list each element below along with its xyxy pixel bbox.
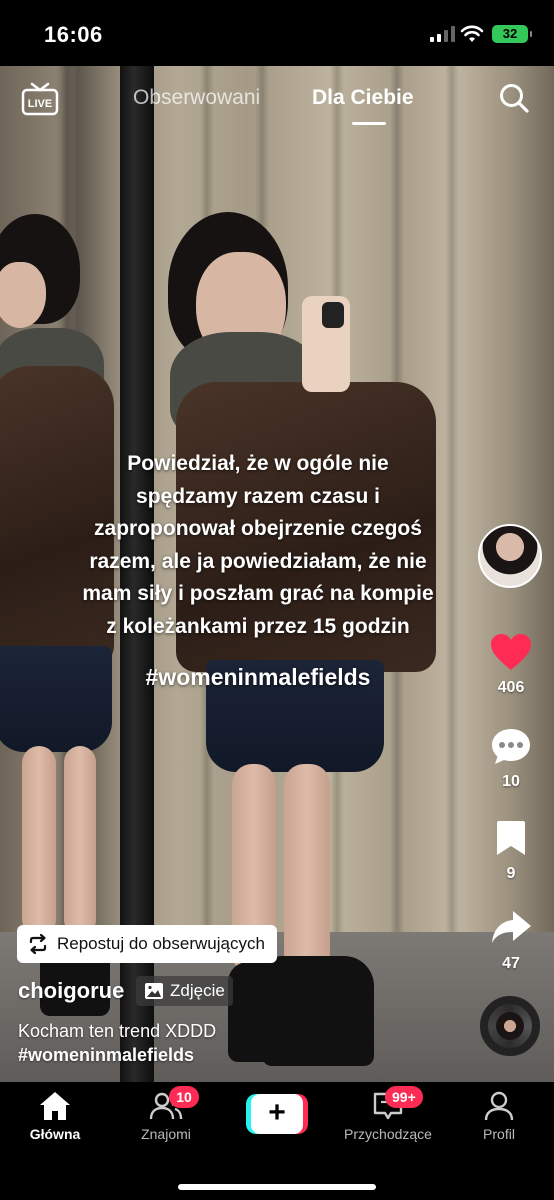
bookmark-count: 9 <box>506 865 516 882</box>
caption-line: zaproponował obejrzenie czegoś <box>94 517 422 540</box>
signal-icon <box>430 26 455 42</box>
status-bar: 16:06 32 <box>0 0 554 66</box>
share-count: 47 <box>502 955 520 972</box>
caption-line: razem, ale ja powiedziałam, że nie <box>89 549 427 573</box>
home-indicator[interactable] <box>178 1184 376 1190</box>
photo-badge: Zdjęcie <box>136 976 233 1006</box>
tab-following[interactable]: Obserwowani <box>133 86 260 110</box>
wifi-icon <box>460 25 484 42</box>
description-text: Kocham ten trend XDDD <box>18 1021 217 1041</box>
friends-badge: 10 <box>169 1086 199 1108</box>
share-arrow-icon <box>492 911 531 943</box>
nav-friends[interactable]: Znajomi 10 <box>111 1086 221 1142</box>
nav-home[interactable]: Główna <box>0 1090 110 1142</box>
author-avatar[interactable] <box>478 524 542 588</box>
heart-icon <box>491 634 531 670</box>
like-count: 406 <box>497 679 525 696</box>
image-icon <box>145 983 163 999</box>
sound-disc[interactable] <box>480 996 540 1056</box>
repost-button[interactable]: Repostuj do obserwujących <box>17 925 277 963</box>
tab-for-you[interactable]: Dla Ciebie <box>312 86 414 110</box>
bottom-nav: Główna Znajomi 10 + Przychodzące 99+ Pro… <box>0 1082 554 1200</box>
profile-icon <box>484 1091 514 1121</box>
photo-caption-overlay: Powiedział, że w ogóle nie spędzamy raze… <box>20 448 496 694</box>
post-description[interactable]: Kocham ten trend XDDD #womeninmalefields <box>18 1019 216 1067</box>
author-username[interactable]: choigorue <box>18 978 124 1004</box>
comment-icon <box>492 729 530 764</box>
battery-indicator: 32 <box>492 25 532 43</box>
svg-text:LIVE: LIVE <box>28 98 52 110</box>
repost-label: Repostuj do obserwujących <box>57 934 265 953</box>
nav-inbox[interactable]: Przychodzące 99+ <box>333 1086 443 1142</box>
comment-button[interactable]: 10 <box>486 726 536 791</box>
create-button[interactable]: + <box>246 1094 308 1134</box>
search-icon[interactable] <box>498 82 530 114</box>
inbox-badge: 99+ <box>385 1086 423 1108</box>
share-button[interactable]: 47 <box>486 908 536 973</box>
like-button[interactable]: 406 <box>486 632 536 697</box>
live-icon[interactable]: LIVE <box>20 82 60 116</box>
comment-count: 10 <box>502 773 520 790</box>
active-tab-indicator <box>352 122 386 125</box>
nav-inbox-label: Przychodzące <box>344 1126 432 1142</box>
nav-profile-label: Profil <box>483 1126 515 1142</box>
top-nav: LIVE Obserwowani Dla Ciebie <box>0 66 554 130</box>
home-icon <box>40 1092 70 1120</box>
caption-line: spędzamy razem czasu i <box>136 484 380 508</box>
nav-friends-label: Znajomi <box>141 1126 191 1142</box>
photo-badge-label: Zdjęcie <box>170 981 225 1000</box>
caption-hashtag: #womeninmalefields <box>145 664 371 690</box>
nav-profile[interactable]: Profil <box>444 1090 554 1142</box>
bookmark-button[interactable]: 9 <box>486 818 536 883</box>
caption-line: Powiedział, że w ogóle nie <box>127 452 389 475</box>
description-hashtag[interactable]: #womeninmalefields <box>18 1043 216 1067</box>
status-time: 16:06 <box>44 22 103 47</box>
bookmark-icon <box>497 821 525 855</box>
repost-icon <box>29 933 47 955</box>
caption-line: mam siły i poszłam grać na kompie <box>82 582 434 605</box>
caption-line: z koleżankami przez 15 godzin <box>106 614 410 638</box>
sound-avatar <box>496 1012 524 1040</box>
plus-icon: + <box>268 1096 286 1129</box>
nav-home-label: Główna <box>29 1126 81 1142</box>
